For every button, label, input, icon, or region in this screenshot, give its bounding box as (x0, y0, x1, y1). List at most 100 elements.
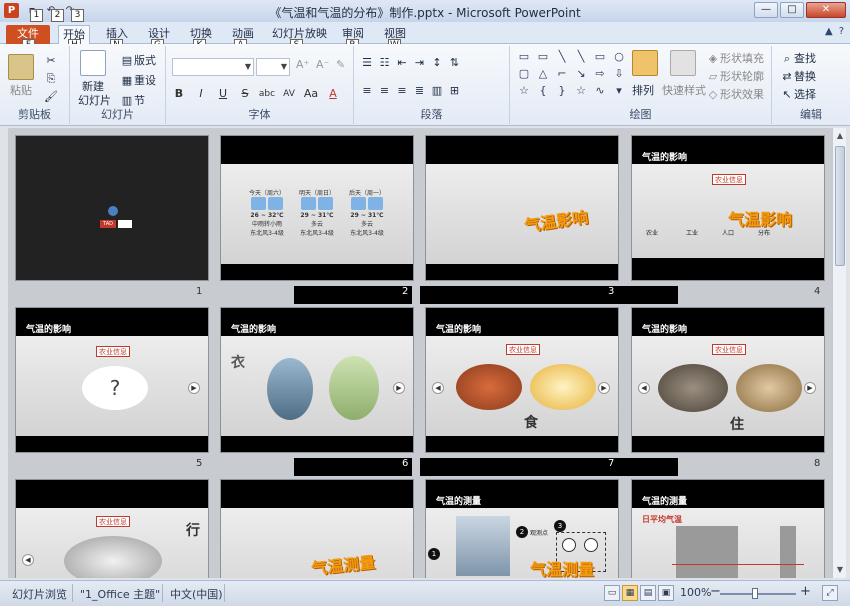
char-spacing-button[interactable]: AV (280, 86, 298, 102)
justify-icon[interactable]: ≣ (413, 84, 427, 98)
bullets-icon[interactable]: ☰ (360, 56, 374, 70)
shrink-font-icon[interactable]: A⁻ (316, 58, 329, 71)
font-color-button[interactable]: A (324, 86, 342, 102)
text-direction-icon[interactable]: ⇅ (448, 56, 462, 70)
italic-button[interactable]: I (192, 86, 210, 102)
reset-icon: ▦ (121, 74, 133, 87)
quick-styles-icon[interactable] (670, 50, 696, 76)
shape-star-icon[interactable]: ☆ (516, 84, 532, 98)
shape-outline-button[interactable]: ▱ 形状轮廓 (706, 68, 764, 84)
strikethrough-button[interactable]: S (236, 86, 254, 102)
grow-font-icon[interactable]: A⁺ (296, 58, 309, 71)
shape-effects-button[interactable]: ◇ 形状效果 (706, 86, 764, 102)
zoom-slider-thumb[interactable] (752, 588, 758, 599)
cut-icon[interactable]: ✂ (44, 54, 58, 68)
slide-thumbnail-9[interactable]: 农业信息 行 ◀ (16, 480, 208, 578)
columns-icon[interactable]: ▥ (430, 84, 444, 98)
copy-icon[interactable]: ⎘ (44, 72, 58, 86)
shape-star-icon[interactable]: ☆ (573, 84, 589, 98)
slide-sorter[interactable]: TAD 1 今天（周六） 26 ~ 32℃ 中雨转小雨 东北风3-4级 明天（周… (8, 128, 832, 578)
shadow-button[interactable]: abc (258, 86, 276, 102)
find-button[interactable]: ⌕ 查找 (780, 50, 816, 66)
align-center-icon[interactable]: ≡ (378, 84, 392, 98)
slide-sorter-view-button[interactable]: ▦ (622, 585, 638, 601)
reading-view-button[interactable]: ▤ (640, 585, 656, 601)
bold-button[interactable]: B (170, 86, 188, 102)
slide-thumbnail-4[interactable]: 气温的影响 农业信息 气温影响 农业 工业 人口 分布 (632, 136, 824, 280)
scroll-up-icon[interactable]: ▲ (834, 129, 846, 143)
format-painter-icon[interactable]: 🖌 (44, 90, 58, 104)
shape-curve-icon[interactable]: ∿ (592, 84, 608, 98)
ribbon-collapse-icon[interactable]: ▲ (825, 26, 833, 37)
scroll-thumb[interactable] (835, 146, 845, 266)
slide-thumbnail-8[interactable]: 气温的影响 农业信息 ◀ 住 ▶ (632, 308, 824, 452)
zoom-in-button[interactable]: + (800, 584, 811, 599)
maximize-button[interactable]: □ (780, 2, 804, 18)
shape-fill-button[interactable]: ◈ 形状填充 (706, 50, 764, 66)
theme-name[interactable]: "1_Office 主题" (80, 586, 160, 602)
shape-more-icon[interactable]: ▾ (611, 84, 627, 98)
vertical-scrollbar[interactable]: ▲ ▼ (832, 128, 846, 578)
shape-line-icon[interactable]: ╲ (554, 50, 570, 64)
increase-indent-icon[interactable]: ⇥ (413, 56, 427, 70)
clear-format-icon[interactable]: ✎ (336, 58, 345, 71)
shape-triangle-icon[interactable]: △ (535, 67, 551, 81)
shape-elbow-icon[interactable]: ⌐ (554, 67, 570, 81)
font-size-combo[interactable]: ▼ (256, 58, 290, 76)
shape-rect-icon[interactable]: ▭ (535, 50, 551, 64)
slide-thumbnail-6[interactable]: 气温的影响 衣 ▶ (221, 308, 413, 452)
slide-thumbnail-3[interactable]: 气温影响 (426, 136, 618, 280)
housing-photo (658, 364, 728, 412)
shape-oval-icon[interactable]: ○ (611, 50, 627, 64)
zoom-level[interactable]: 100% (680, 586, 711, 599)
zoom-slider[interactable] (720, 593, 796, 595)
font-family-combo[interactable]: ▼ (172, 58, 254, 76)
slide-thumbnail-12[interactable]: 气温的测量 日平均气温 (632, 480, 824, 578)
shape-rect-icon[interactable]: ▭ (592, 50, 608, 64)
paste-icon[interactable] (8, 54, 34, 80)
slide-thumbnail-1[interactable]: TAD (16, 136, 208, 280)
shape-line-icon[interactable]: ╲ (573, 50, 589, 64)
arrange-icon[interactable] (632, 50, 658, 76)
select-button[interactable]: ↖ 选择 (780, 86, 816, 102)
fit-to-window-icon[interactable]: ⤢ (822, 585, 838, 601)
shapes-gallery[interactable]: ▭ ▭ ╲ ╲ ▭ ○ ▢ △ ⌐ ↘ ⇨ ⇩ ☆ { } ☆ ∿ ▾ (516, 50, 627, 98)
language-indicator[interactable]: 中文(中国) (170, 586, 223, 602)
shape-rect-icon[interactable]: ▢ (516, 67, 532, 81)
quick-styles-button[interactable]: 快速样式 (662, 82, 706, 98)
shape-brace-icon[interactable]: { (535, 84, 551, 98)
underline-button[interactable]: U (214, 86, 232, 102)
slide-thumbnail-2[interactable]: 今天（周六） 26 ~ 32℃ 中雨转小雨 东北风3-4级 明天（周日） 29 … (221, 136, 413, 280)
slide-thumbnail-11[interactable]: 气温的测量 1 2 观测点 3 气温测量 (426, 480, 618, 578)
slide-thumbnail-7[interactable]: 气温的影响 农业信息 ◀ 食 ▶ (426, 308, 618, 452)
decrease-indent-icon[interactable]: ⇤ (395, 56, 409, 70)
replace-button[interactable]: ⇄ 替换 (780, 68, 816, 84)
close-button[interactable]: ✕ (806, 2, 846, 18)
shape-brace-icon[interactable]: } (554, 84, 570, 98)
layout-button[interactable]: ▤ 版式 (120, 52, 156, 68)
zoom-out-button[interactable]: − (710, 584, 721, 599)
shape-connector-icon[interactable]: ↘ (573, 67, 589, 81)
smartart-icon[interactable]: ⊞ (448, 84, 462, 98)
scroll-down-icon[interactable]: ▼ (834, 563, 846, 577)
align-right-icon[interactable]: ≡ (395, 84, 409, 98)
line-spacing-icon[interactable]: ↕ (430, 56, 444, 70)
building-photo (456, 516, 510, 576)
shape-rect-icon[interactable]: ▭ (516, 50, 532, 64)
align-left-icon[interactable]: ≡ (360, 84, 374, 98)
slideshow-view-button[interactable]: ▣ (658, 585, 674, 601)
change-case-button[interactable]: Aa (302, 86, 320, 102)
numbering-icon[interactable]: ☷ (378, 56, 392, 70)
help-icon[interactable]: ? (839, 26, 844, 37)
paste-button[interactable]: 粘贴 (10, 82, 32, 98)
normal-view-button[interactable]: ▭ (604, 585, 620, 601)
minimize-button[interactable]: — (754, 2, 778, 18)
reset-button[interactable]: ▦ 重设 (120, 72, 156, 88)
arrange-button[interactable]: 排列 (632, 82, 654, 98)
shape-arrow-icon[interactable]: ⇩ (611, 67, 627, 81)
shape-arrow-icon[interactable]: ⇨ (592, 67, 608, 81)
new-slide-icon[interactable] (80, 50, 106, 76)
slide-thumbnail-5[interactable]: 气温的影响 农业信息 ? ▶ (16, 308, 208, 452)
clock-icon (584, 538, 598, 552)
slide-thumbnail-10[interactable]: 气温测量 (221, 480, 413, 578)
